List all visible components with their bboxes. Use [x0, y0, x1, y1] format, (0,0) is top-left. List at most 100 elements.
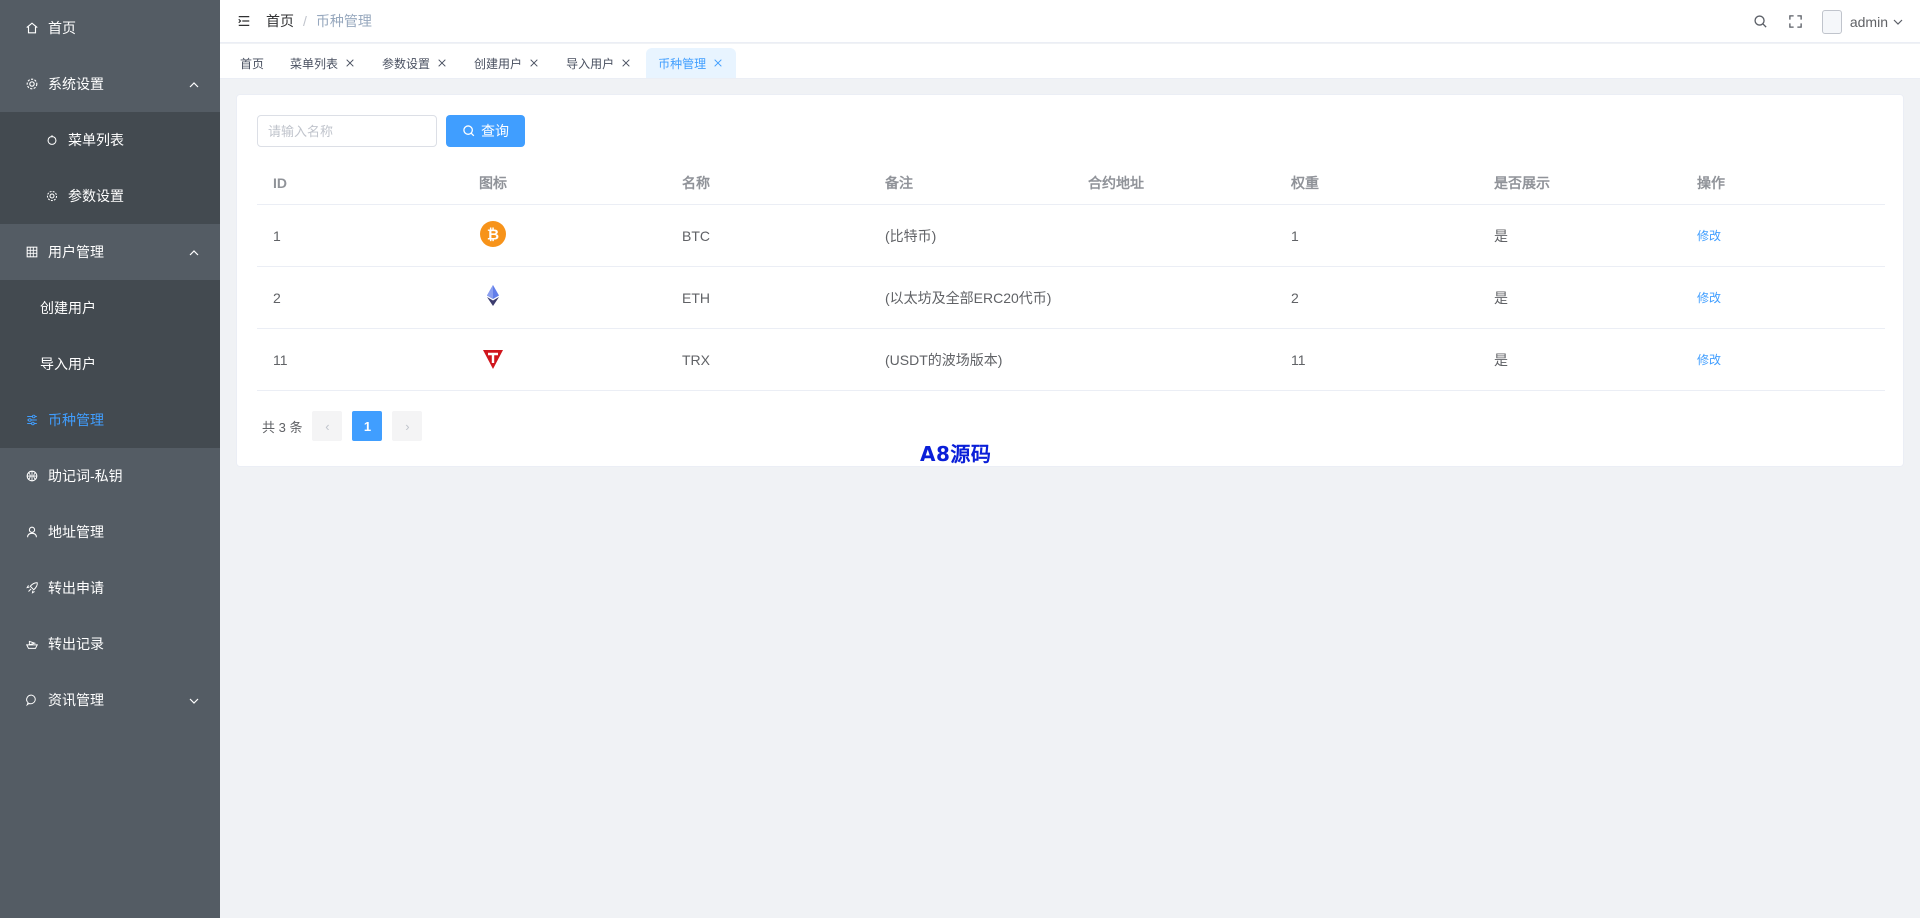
cell-id: 11	[273, 351, 288, 368]
sidebar-item-label: 币种管理	[48, 412, 104, 428]
chat-icon	[24, 692, 40, 708]
column-header: 权重	[1291, 175, 1319, 191]
gear-icon	[24, 76, 40, 92]
breadcrumb-separator: /	[303, 13, 307, 29]
breadcrumb-home[interactable]: 首页	[266, 11, 294, 31]
sidebar-item-label: 转出申请	[48, 580, 104, 596]
tag-create-user[interactable]: 创建用户	[462, 48, 552, 78]
sidebar-item-label: 转出记录	[48, 636, 104, 652]
svg-text:₿: ₿	[487, 226, 499, 244]
basketball-icon	[24, 468, 40, 484]
fullscreen-icon[interactable]	[1787, 13, 1805, 31]
cell-name: ETH	[682, 289, 710, 306]
column-header: 是否展示	[1494, 175, 1550, 191]
cell-show: 是	[1494, 351, 1508, 368]
sidebar-item-mnemonic[interactable]: 助记词-私钥	[0, 448, 220, 504]
column-header: 备注	[885, 175, 913, 191]
search-button-label: 查询	[481, 123, 509, 139]
sidebar-item-import-user[interactable]: 导入用户	[0, 336, 220, 392]
sidebar-item-withdraw-records[interactable]: 转出记录	[0, 616, 220, 672]
cell-weight: 2	[1291, 289, 1299, 306]
breadcrumb-current: 币种管理	[315, 13, 372, 29]
close-icon[interactable]	[528, 57, 540, 69]
sidebar-item-create-user[interactable]: 创建用户	[0, 280, 220, 336]
avatar[interactable]	[1821, 9, 1842, 34]
next-page-button[interactable]: ›	[392, 411, 423, 441]
search-button[interactable]: 查询	[446, 115, 525, 147]
tag-label: 导入用户	[566, 56, 615, 71]
content-card: 查询 ID 图标 名称 备注 合约地址 权重 是否展示 操作 1 ₿ BTC (…	[236, 94, 1904, 467]
cell-action: 修改	[1681, 351, 1885, 368]
cell-show: 是	[1494, 227, 1508, 244]
search-icon[interactable]	[1752, 13, 1770, 31]
chevron-down-icon	[188, 694, 200, 706]
column-header: 名称	[682, 175, 710, 191]
cell-weight: 1	[1291, 227, 1299, 244]
sidebar-item-label: 参数设置	[68, 188, 124, 204]
close-icon[interactable]	[436, 57, 448, 69]
sidebar-item-system-settings[interactable]: 系统设置	[0, 56, 220, 112]
chevron-up-icon	[188, 246, 200, 258]
sidebar-item-home[interactable]: 首页	[0, 0, 220, 56]
chevron-down-icon[interactable]	[1892, 16, 1904, 28]
pagination-total: 共 3 条	[262, 419, 303, 435]
sliders-icon	[24, 412, 40, 428]
cell-icon	[463, 344, 666, 375]
top-navbar: 首页 / 币种管理 admin	[220, 0, 1920, 43]
sidebar-item-label: 菜单列表	[68, 132, 124, 148]
table-header: ID 图标 名称 备注 合约地址 权重 是否展示 操作	[257, 162, 1885, 205]
tag-menu-list[interactable]: 菜单列表	[278, 48, 368, 78]
menu-list-icon	[44, 132, 60, 148]
sidebar-item-withdraw-apply[interactable]: 转出申请	[0, 560, 220, 616]
user-manage-icon	[24, 244, 40, 260]
page-number[interactable]: 1	[352, 411, 383, 441]
sidebar-item-user-manage[interactable]: 用户管理	[0, 224, 220, 280]
table-row: 1 ₿ BTC (比特币) 1 是 修改	[257, 205, 1885, 267]
tag-import-user[interactable]: 导入用户	[554, 48, 644, 78]
breadcrumb: 首页 / 币种管理	[266, 11, 372, 31]
column-header: 合约地址	[1088, 175, 1144, 191]
sidebar-item-address[interactable]: 地址管理	[0, 504, 220, 560]
cell-name: TRX	[682, 351, 710, 368]
edit-link[interactable]: 修改	[1697, 229, 1721, 243]
edit-link[interactable]: 修改	[1697, 353, 1721, 367]
header-right: admin	[1752, 0, 1904, 43]
cell-remark: (以太坊及全部ERC20代币)	[885, 289, 1052, 306]
close-icon[interactable]	[712, 57, 724, 69]
close-icon[interactable]	[344, 57, 356, 69]
cell-action: 修改	[1681, 227, 1885, 244]
column-header: 操作	[1697, 175, 1725, 191]
tag-label: 参数设置	[382, 56, 431, 71]
close-icon[interactable]	[620, 57, 632, 69]
tag-label: 菜单列表	[290, 56, 339, 71]
tag-label: 首页	[240, 56, 265, 71]
settings-icon	[44, 188, 60, 204]
cell-id: 1	[273, 227, 281, 244]
prev-page-button[interactable]: ‹	[312, 411, 343, 441]
tag-coin-manage[interactable]: 币种管理	[646, 48, 737, 78]
tag-params[interactable]: 参数设置	[370, 48, 460, 78]
home-icon	[24, 20, 40, 36]
sidebar-item-label: 首页	[48, 20, 76, 36]
sidebar-item-coin-manage[interactable]: 币种管理	[0, 392, 220, 448]
tag-label: 币种管理	[658, 56, 707, 71]
rocket-icon	[24, 580, 40, 596]
table-row: 11 TRX (USDT的波场版本) 11 是 修改	[257, 329, 1885, 391]
ship-icon	[24, 636, 40, 652]
search-input[interactable]	[257, 115, 437, 147]
sidebar-item-params[interactable]: 参数设置	[0, 168, 220, 224]
tags-view: 首页 菜单列表 参数设置 创建用户 导入用户 币种管理	[220, 44, 1920, 79]
sidebar-item-news[interactable]: 资讯管理	[0, 672, 220, 728]
sidebar-item-menu-list[interactable]: 菜单列表	[0, 112, 220, 168]
cell-id: 2	[273, 289, 281, 306]
cell-show: 是	[1494, 289, 1508, 306]
tron-icon	[479, 344, 507, 372]
edit-link[interactable]: 修改	[1697, 291, 1721, 305]
cell-remark: (USDT的波场版本)	[885, 351, 1003, 368]
sidebar-item-label: 导入用户	[40, 356, 96, 372]
user-name[interactable]: admin	[1850, 14, 1888, 30]
table-row: 2 ETH (以太坊及全部ERC20代币) 2 是 修改	[257, 267, 1885, 329]
hamburger-icon[interactable]	[236, 13, 252, 29]
tag-home[interactable]: 首页	[228, 48, 276, 78]
cell-remark: (比特币)	[885, 227, 937, 244]
